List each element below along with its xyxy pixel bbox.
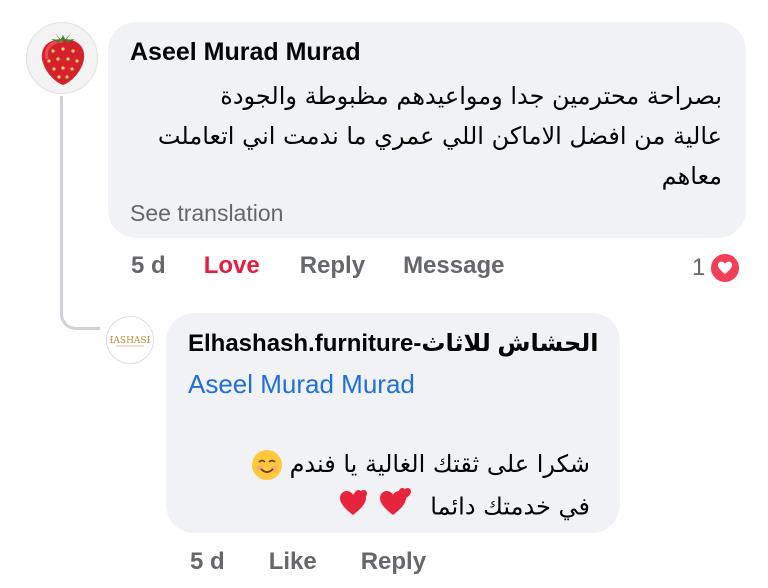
reply-button[interactable]: Reply <box>300 252 365 280</box>
reply-text-line-1: شكرا على ثقتك الغالية يا فندم <box>289 450 590 478</box>
reply-bubble: Elhashash.furniture-الحشاش للاثاث Aseel … <box>166 313 620 533</box>
thread-connector-line <box>60 96 100 330</box>
reaction-count: 1 <box>692 254 706 281</box>
reply-text-line: في خدمتك دائما <box>180 485 590 530</box>
svg-text:HASHASH: HASHASH <box>110 336 150 346</box>
reply-actions: 5 d Like Reply <box>190 548 426 576</box>
reply-text-line: شكرا على ثقتك الغالية يا فندم <box>180 443 590 485</box>
mention-link[interactable]: Aseel Murad Murad <box>188 369 415 400</box>
reply-button[interactable]: Reply <box>361 548 426 576</box>
comment-text-line: بصراحة محترمين جدا ومواعيدهم مظبوطة والج… <box>220 82 722 110</box>
strawberry-icon <box>41 33 85 85</box>
reply-author[interactable]: Elhashash.furniture-الحشاش للاثاث <box>188 329 599 358</box>
reply-text: شكرا على ثقتك الغالية يا فندم في خدمتك د… <box>180 443 590 530</box>
message-button[interactable]: Message <box>403 252 504 280</box>
like-button[interactable]: Like <box>269 548 317 576</box>
comment-author[interactable]: Aseel Murad Murad <box>130 38 361 67</box>
comment-timestamp[interactable]: 5 d <box>131 252 166 280</box>
see-translation-link[interactable]: See translation <box>130 200 283 227</box>
comment-text: بصراحة محترمين جدا ومواعيدهم مظبوطة والج… <box>132 76 722 196</box>
comment-text-line: عالية من افضل الاماكن اللي عمري ما ندمت … <box>157 122 722 150</box>
hearts-emoji-icon <box>339 485 413 530</box>
reaction-summary[interactable]: 1 <box>692 252 742 284</box>
reply-text-line-2: في خدمتك دائما <box>430 492 590 521</box>
reply-timestamp[interactable]: 5 d <box>190 548 225 576</box>
heart-icon <box>709 252 742 284</box>
comment-actions: 5 d Love Reply Message <box>131 252 504 280</box>
love-button[interactable]: Love <box>204 252 260 280</box>
smiling-face-emoji-icon <box>251 450 282 480</box>
avatar[interactable] <box>26 22 98 94</box>
brand-logo-icon[interactable]: HASHASH <box>106 316 154 364</box>
comment-bubble: Aseel Murad Murad بصراحة محترمين جدا ومو… <box>108 22 746 238</box>
comment-text-line: معاهم <box>661 162 722 190</box>
